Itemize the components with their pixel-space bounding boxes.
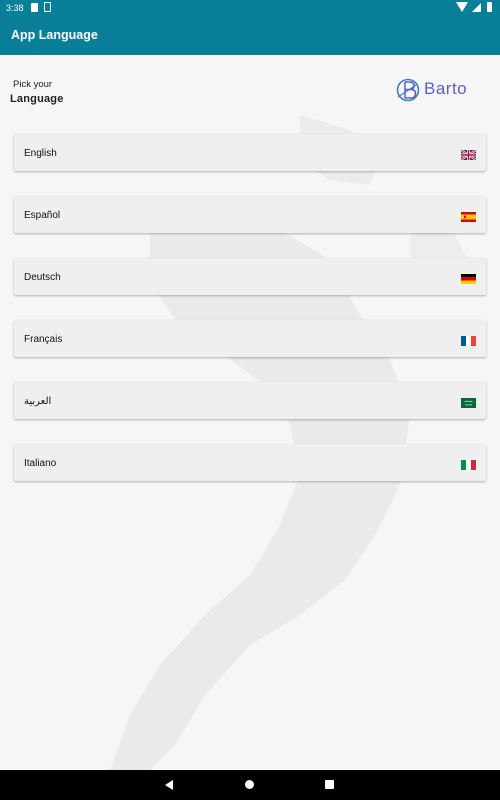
language-label: Français	[24, 334, 63, 345]
france-flag-icon	[461, 336, 476, 346]
language-label: العربية	[24, 396, 52, 407]
system-navigation-bar	[0, 770, 500, 800]
language-label: English	[24, 148, 57, 159]
language-option-german[interactable]: Deutsch	[14, 258, 486, 295]
app-bar-title: App Language	[11, 28, 98, 42]
back-icon[interactable]	[165, 780, 173, 790]
language-heading: Language	[10, 93, 64, 105]
saudi-flag-icon	[461, 398, 476, 408]
barto-logo-icon	[396, 78, 420, 102]
germany-flag-icon	[461, 274, 476, 284]
language-option-arabic[interactable]: العربية	[14, 382, 486, 419]
logo-text: Barto	[424, 79, 468, 98]
signal-icon	[472, 3, 481, 12]
language-label: Deutsch	[24, 272, 61, 283]
status-time: 3:38	[6, 3, 24, 13]
barto-logo: Barto	[396, 76, 486, 104]
italy-flag-icon	[461, 460, 476, 470]
language-option-french[interactable]: Français	[14, 320, 486, 357]
language-option-spanish[interactable]: Español	[14, 196, 486, 233]
app-bar: App Language	[0, 16, 500, 55]
language-option-english[interactable]: English	[14, 134, 486, 171]
status-bar: 3:38	[0, 0, 500, 16]
wifi-icon	[456, 2, 468, 12]
spain-flag-icon	[461, 212, 476, 222]
pick-your-label: Pick your	[13, 79, 53, 90]
uk-flag-icon	[461, 150, 476, 160]
sim-icon	[44, 2, 51, 12]
language-selection-screen: Pick your Language Barto English Español	[0, 55, 500, 770]
battery-icon	[487, 2, 492, 12]
language-label: Español	[24, 210, 61, 221]
recents-icon[interactable]	[325, 780, 334, 789]
sd-card-icon	[31, 3, 38, 12]
language-option-italian[interactable]: Italiano	[14, 444, 486, 481]
language-label: Italiano	[24, 458, 57, 469]
home-icon[interactable]	[245, 780, 254, 789]
